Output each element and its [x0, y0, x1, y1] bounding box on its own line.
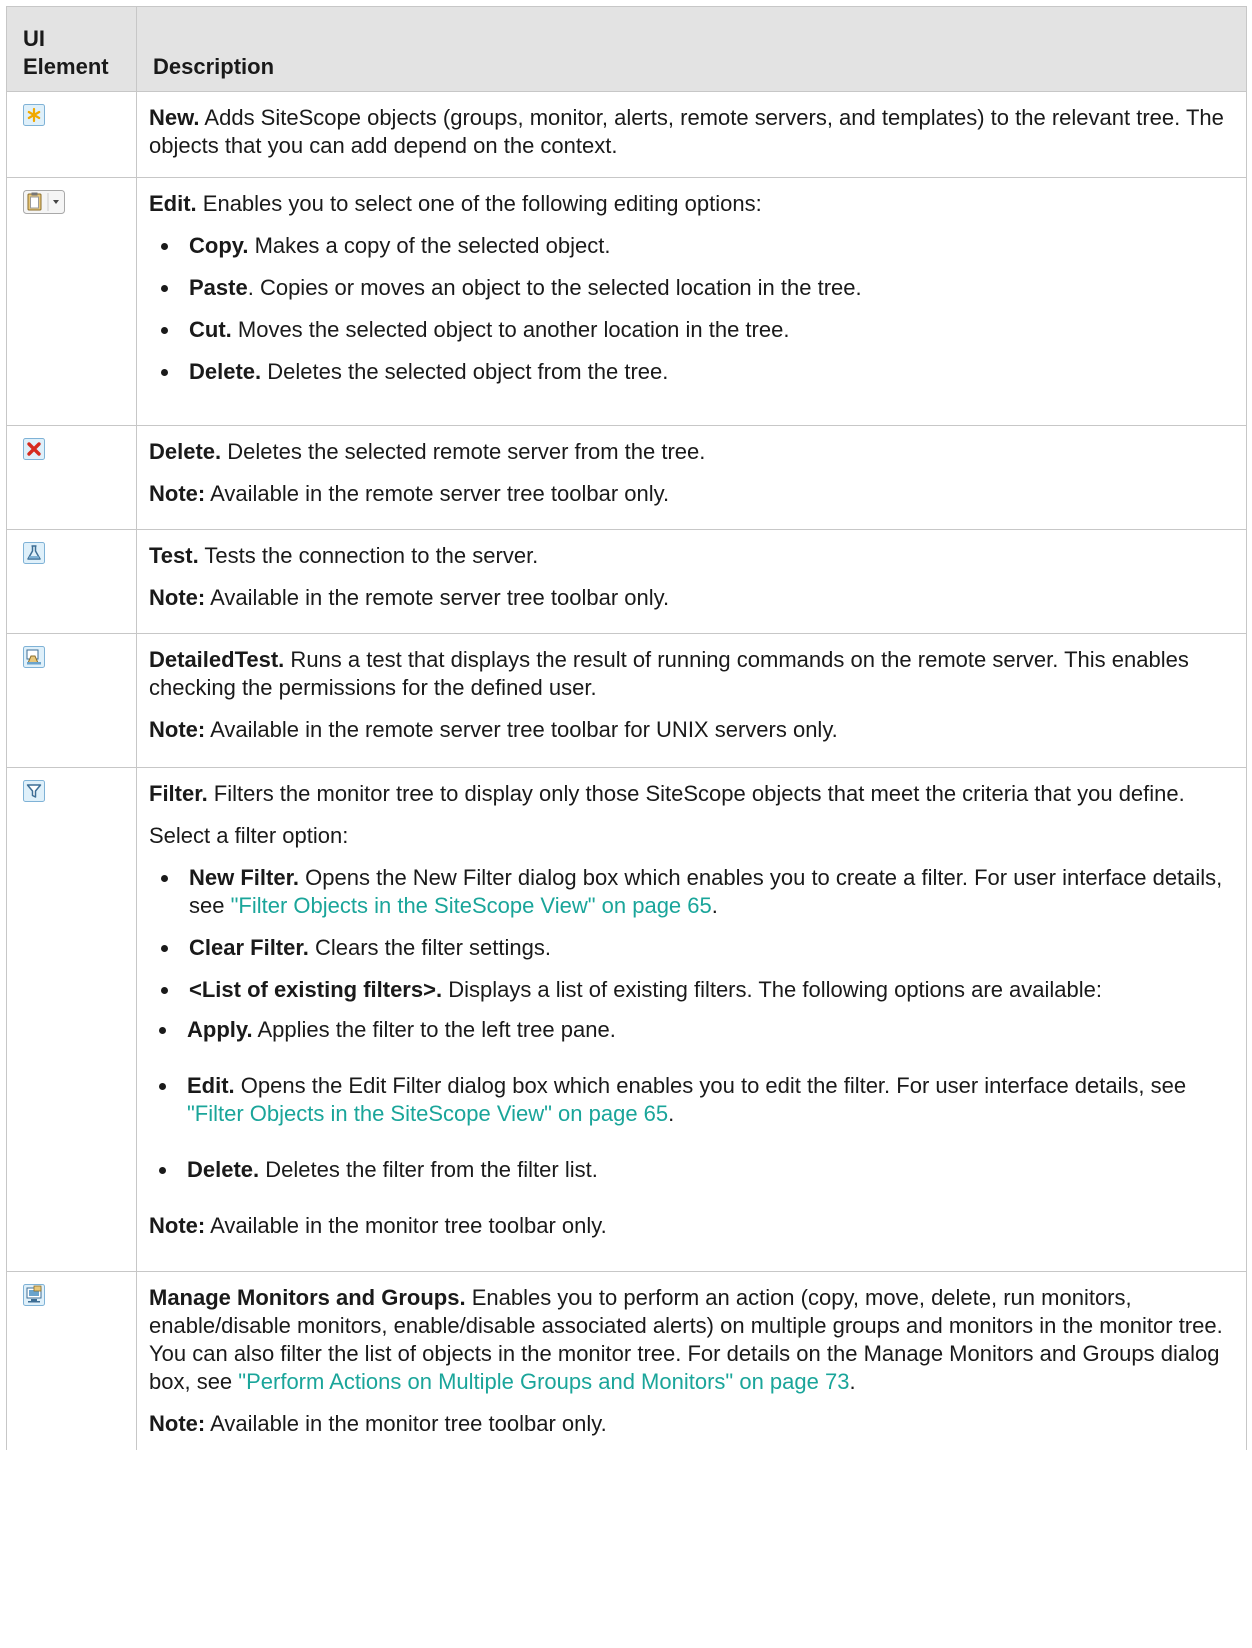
list-item: Paste. Copies or moves an object to the …	[161, 274, 1236, 302]
header-ui-line1: UI	[23, 26, 45, 51]
description-cell: Test. Tests the connection to the server…	[136, 529, 1247, 634]
icon-cell	[6, 177, 137, 426]
table-row: New. Adds SiteScope objects (groups, mon…	[6, 91, 1247, 178]
filter-objects-link[interactable]: "Filter Objects in the SiteScope View" o…	[231, 893, 712, 918]
icon-cell	[6, 425, 137, 530]
table-row: Edit. Enables you to select one of the f…	[6, 177, 1247, 426]
list-item: Copy. Makes a copy of the selected objec…	[161, 232, 1236, 260]
list-item: Edit. Opens the Edit Filter dialog box w…	[159, 1072, 1236, 1128]
row-select-text: Select a filter option:	[149, 823, 349, 848]
detailed-test-icon[interactable]	[23, 646, 45, 668]
table-row: Manage Monitors and Groups. Enables you …	[6, 1271, 1247, 1450]
description-cell: Delete. Deletes the selected remote serv…	[136, 425, 1247, 530]
row-text: New. Adds SiteScope objects (groups, mon…	[149, 105, 1224, 158]
list-item: Cut. Moves the selected object to anothe…	[161, 316, 1236, 344]
list-item: Apply. Applies the filter to the left tr…	[159, 1016, 1236, 1044]
perform-actions-link[interactable]: "Perform Actions on Multiple Groups and …	[238, 1369, 849, 1394]
header-element-line2: Element	[23, 54, 109, 79]
table-row: Test. Tests the connection to the server…	[6, 529, 1247, 634]
row-text: Edit. Enables you to select one of the f…	[149, 191, 762, 216]
icon-cell	[6, 529, 137, 634]
table-header-row: UI Element Description	[6, 6, 1247, 92]
list-item: Delete. Deletes the filter from the filt…	[159, 1156, 1236, 1184]
row-text: Filter. Filters the monitor tree to disp…	[149, 781, 1185, 806]
filter-funnel-icon[interactable]	[23, 780, 45, 802]
row-text: Manage Monitors and Groups. Enables you …	[149, 1285, 1223, 1394]
row-text: Test. Tests the connection to the server…	[149, 543, 539, 568]
description-cell: Edit. Enables you to select one of the f…	[136, 177, 1247, 426]
description-cell: DetailedTest. Runs a test that displays …	[136, 633, 1247, 768]
header-description: Description	[136, 6, 1247, 92]
description-cell: Manage Monitors and Groups. Enables you …	[136, 1271, 1247, 1450]
table-row: Filter. Filters the monitor tree to disp…	[6, 767, 1247, 1272]
row-note: Note: Available in the remote server tre…	[149, 481, 670, 506]
list-item: Delete. Deletes the selected object from…	[161, 358, 1236, 386]
list-item: Clear Filter. Clears the filter settings…	[161, 934, 1236, 962]
table-row: Delete. Deletes the selected remote serv…	[6, 425, 1247, 530]
row-text: Delete. Deletes the selected remote serv…	[149, 439, 706, 464]
list-item: <List of existing filters>. Displays a l…	[161, 976, 1236, 1004]
description-cell: Filter. Filters the monitor tree to disp…	[136, 767, 1247, 1272]
filter-options-list: New Filter. Opens the New Filter dialog …	[149, 864, 1236, 1184]
clipboard-dropdown-icon[interactable]	[23, 190, 65, 214]
filter-objects-link[interactable]: "Filter Objects in the SiteScope View" o…	[187, 1101, 668, 1126]
row-note: Note: Available in the monitor tree tool…	[149, 1411, 607, 1436]
table-row: DetailedTest. Runs a test that displays …	[6, 633, 1247, 768]
delete-x-icon[interactable]	[23, 438, 45, 460]
description-cell: New. Adds SiteScope objects (groups, mon…	[136, 91, 1247, 178]
list-item: New Filter. Opens the New Filter dialog …	[161, 864, 1236, 920]
icon-cell	[6, 633, 137, 768]
test-flask-icon[interactable]	[23, 542, 45, 564]
row-text: DetailedTest. Runs a test that displays …	[149, 647, 1189, 700]
row-note: Note: Available in the remote server tre…	[149, 585, 670, 610]
header-ui-element: UI Element	[6, 6, 137, 92]
manage-monitors-icon[interactable]	[23, 1284, 45, 1306]
icon-cell	[6, 1271, 137, 1450]
new-star-icon[interactable]	[23, 104, 45, 126]
icon-cell	[6, 91, 137, 178]
row-note: Note: Available in the monitor tree tool…	[149, 1213, 607, 1238]
ui-element-table: UI Element Description New. Adds SiteSco…	[6, 6, 1247, 1450]
icon-cell	[6, 767, 137, 1272]
row-note: Note: Available in the remote server tre…	[149, 717, 838, 742]
edit-options-list: Copy. Makes a copy of the selected objec…	[149, 232, 1236, 386]
